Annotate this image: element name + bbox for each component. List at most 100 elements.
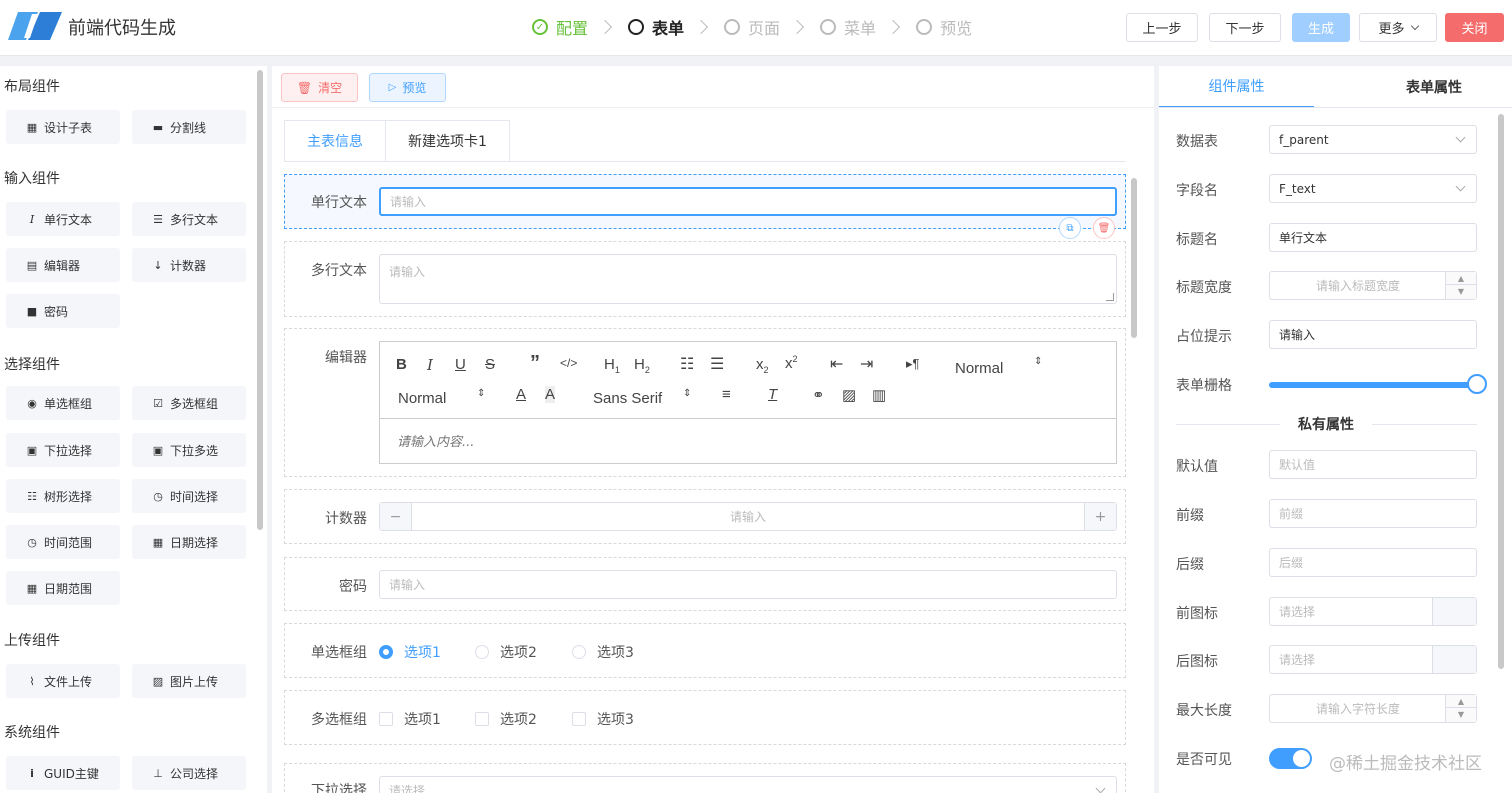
comp-multi-text[interactable]: ☰ 多行文本 [132,202,246,236]
size-select[interactable]: Normal [398,390,446,407]
superscript-icon[interactable]: x2 [785,354,798,372]
prev-step-button[interactable]: 上一步 [1126,13,1198,42]
outdent-icon[interactable]: ⇤ [830,354,843,374]
default-value-input[interactable]: 默认值 [1269,450,1477,479]
tab-new-tab-1[interactable]: 新建选项卡1 [386,120,510,162]
bullet-list-icon[interactable]: ☰ [710,354,724,374]
title-input[interactable]: 单行文本 [1269,223,1477,252]
checkbox-option-1[interactable]: 选项1 [379,709,441,729]
password-input[interactable]: 请输入 [379,570,1117,599]
indent-icon[interactable]: ⇥ [860,354,873,374]
form-item-single-text[interactable]: 单行文本 请输入 ⧉ 🗑︎ [284,174,1126,239]
step-page[interactable]: 页面 [724,15,780,39]
align-icon[interactable]: ≡ [722,386,731,403]
step-config[interactable]: ✓ 配置 [532,15,588,39]
decrement-button[interactable]: − [380,503,411,530]
scrollbar[interactable] [1131,178,1137,338]
image-icon[interactable]: ▨ [842,386,856,404]
radio-option-3[interactable]: 选项3 [572,642,634,662]
tab-form-props[interactable]: 表单属性 [1359,66,1509,108]
number-spinner[interactable]: ▲ ▼ [1445,695,1476,722]
strike-icon[interactable]: S [485,356,495,373]
comp-divider[interactable]: ▬ 分割线 [132,110,246,144]
title-width-input[interactable]: 请输入标题宽度 ▲ ▼ [1269,271,1477,300]
comp-file-upload[interactable]: ⌇ 文件上传 [6,664,120,698]
font-select[interactable]: Sans Serif [593,390,662,407]
spin-down-icon[interactable]: ▼ [1446,708,1476,721]
scrollbar[interactable] [257,70,263,530]
field-name-select[interactable]: F_text [1269,174,1477,203]
form-item-radio-group[interactable]: 单选框组 选项1 选项2 选项3 [284,623,1126,678]
tab-main-info[interactable]: 主表信息 [284,120,386,162]
clear-format-icon[interactable]: T [768,386,777,403]
form-item-editor[interactable]: 编辑器 B I U S ” </> H1 H2 ☷ ☰ x2 x2 ⇤ ⇥ ▸¶… [284,328,1126,477]
grid-slider-track[interactable] [1269,382,1477,388]
spin-up-icon[interactable]: ▲ [1446,272,1476,285]
spin-down-icon[interactable]: ▼ [1446,285,1476,298]
comp-image-upload[interactable]: ▨ 图片上传 [132,664,246,698]
single-text-input[interactable]: 请输入 [379,187,1117,216]
comp-radio-group[interactable]: ◉ 单选框组 [6,386,120,420]
dropdown-select[interactable]: 请选择 [379,776,1117,793]
checkbox-option-2[interactable]: 选项2 [475,709,537,729]
clear-button[interactable]: 🗑︎ 清空 [281,73,358,102]
more-dropdown-button[interactable]: 更多 [1359,13,1437,42]
form-item-checkbox-group[interactable]: 多选框组 选项1 选项2 选项3 [284,690,1126,745]
generate-button[interactable]: 生成 [1292,13,1350,42]
max-length-input[interactable]: 请输入字符长度 ▲ ▼ [1269,694,1477,723]
step-menu[interactable]: 菜单 [820,15,876,39]
icon-picker-button[interactable] [1432,598,1476,625]
radio-option-1[interactable]: 选项1 [379,642,441,662]
placeholder-input[interactable]: 请输入 [1269,320,1477,349]
suffix-input[interactable]: 后缀 [1269,548,1477,577]
link-icon[interactable]: ⚭ [812,386,825,404]
icon-picker-button[interactable] [1432,646,1476,673]
h2-icon[interactable]: H2 [634,356,650,375]
comp-dropdown-multi[interactable]: ▣ 下拉多选 [132,433,246,467]
ordered-list-icon[interactable]: ☷ [680,354,694,374]
checkbox-option-3[interactable]: 选项3 [572,709,634,729]
grid-slider-handle[interactable] [1467,374,1487,394]
tab-component-props[interactable]: 组件属性 [1159,66,1314,108]
comp-counter[interactable]: ↓ 计数器 [132,248,246,282]
suffix-icon-input[interactable]: 请选择 [1269,645,1477,674]
resize-handle[interactable] [1106,293,1114,301]
increment-button[interactable]: + [1085,503,1116,530]
code-icon[interactable]: </> [560,356,577,370]
form-item-multi-text[interactable]: 多行文本 请输入 [284,241,1126,317]
video-icon[interactable]: ▥ [872,386,886,404]
comp-dropdown[interactable]: ▣ 下拉选择 [6,433,120,467]
blockquote-icon[interactable]: ” [530,352,540,375]
comp-date-select[interactable]: ▦ 日期选择 [132,525,246,559]
comp-tree-select[interactable]: ☷ 树形选择 [6,479,120,513]
subscript-icon[interactable]: x2 [756,356,769,375]
scrollbar[interactable] [1498,114,1504,669]
comp-checkbox-group[interactable]: ☑ 多选框组 [132,386,246,420]
font-color-icon[interactable]: A [516,386,526,403]
comp-time-select[interactable]: ◷ 时间选择 [132,479,246,513]
preview-button[interactable]: ▷ 预览 [369,73,446,102]
comp-editor[interactable]: ▤ 编辑器 [6,248,120,282]
h1-icon[interactable]: H1 [604,356,620,375]
editor-placeholder[interactable]: 请输入内容... [380,419,1116,462]
copy-icon[interactable]: ⧉ [1059,217,1081,239]
direction-icon[interactable]: ▸¶ [906,356,920,372]
form-item-dropdown[interactable]: 下拉选择 请选择 [284,763,1126,793]
comp-date-range[interactable]: ▦ 日期范围 [6,571,120,605]
form-item-password[interactable]: 密码 请输入 [284,557,1126,611]
underline-icon[interactable]: U [455,356,466,373]
spin-up-icon[interactable]: ▲ [1446,695,1476,708]
comp-single-text[interactable]: I 单行文本 [6,202,120,236]
comp-password[interactable]: ■ 密码 [6,294,120,328]
multi-text-input[interactable]: 请输入 [379,254,1117,304]
bold-icon[interactable]: B [396,356,407,373]
step-preview[interactable]: 预览 [916,15,972,39]
form-item-counter[interactable]: 计数器 − 请输入 + [284,489,1126,544]
delete-icon[interactable]: 🗑︎ [1093,217,1115,239]
visible-toggle[interactable] [1269,748,1312,769]
step-form[interactable]: 表单 [628,15,684,39]
radio-option-2[interactable]: 选项2 [475,642,537,662]
next-step-button[interactable]: 下一步 [1209,13,1281,42]
rich-text-editor[interactable]: B I U S ” </> H1 H2 ☷ ☰ x2 x2 ⇤ ⇥ ▸¶ Nor… [379,341,1117,464]
number-spinner[interactable]: ▲ ▼ [1445,272,1476,299]
